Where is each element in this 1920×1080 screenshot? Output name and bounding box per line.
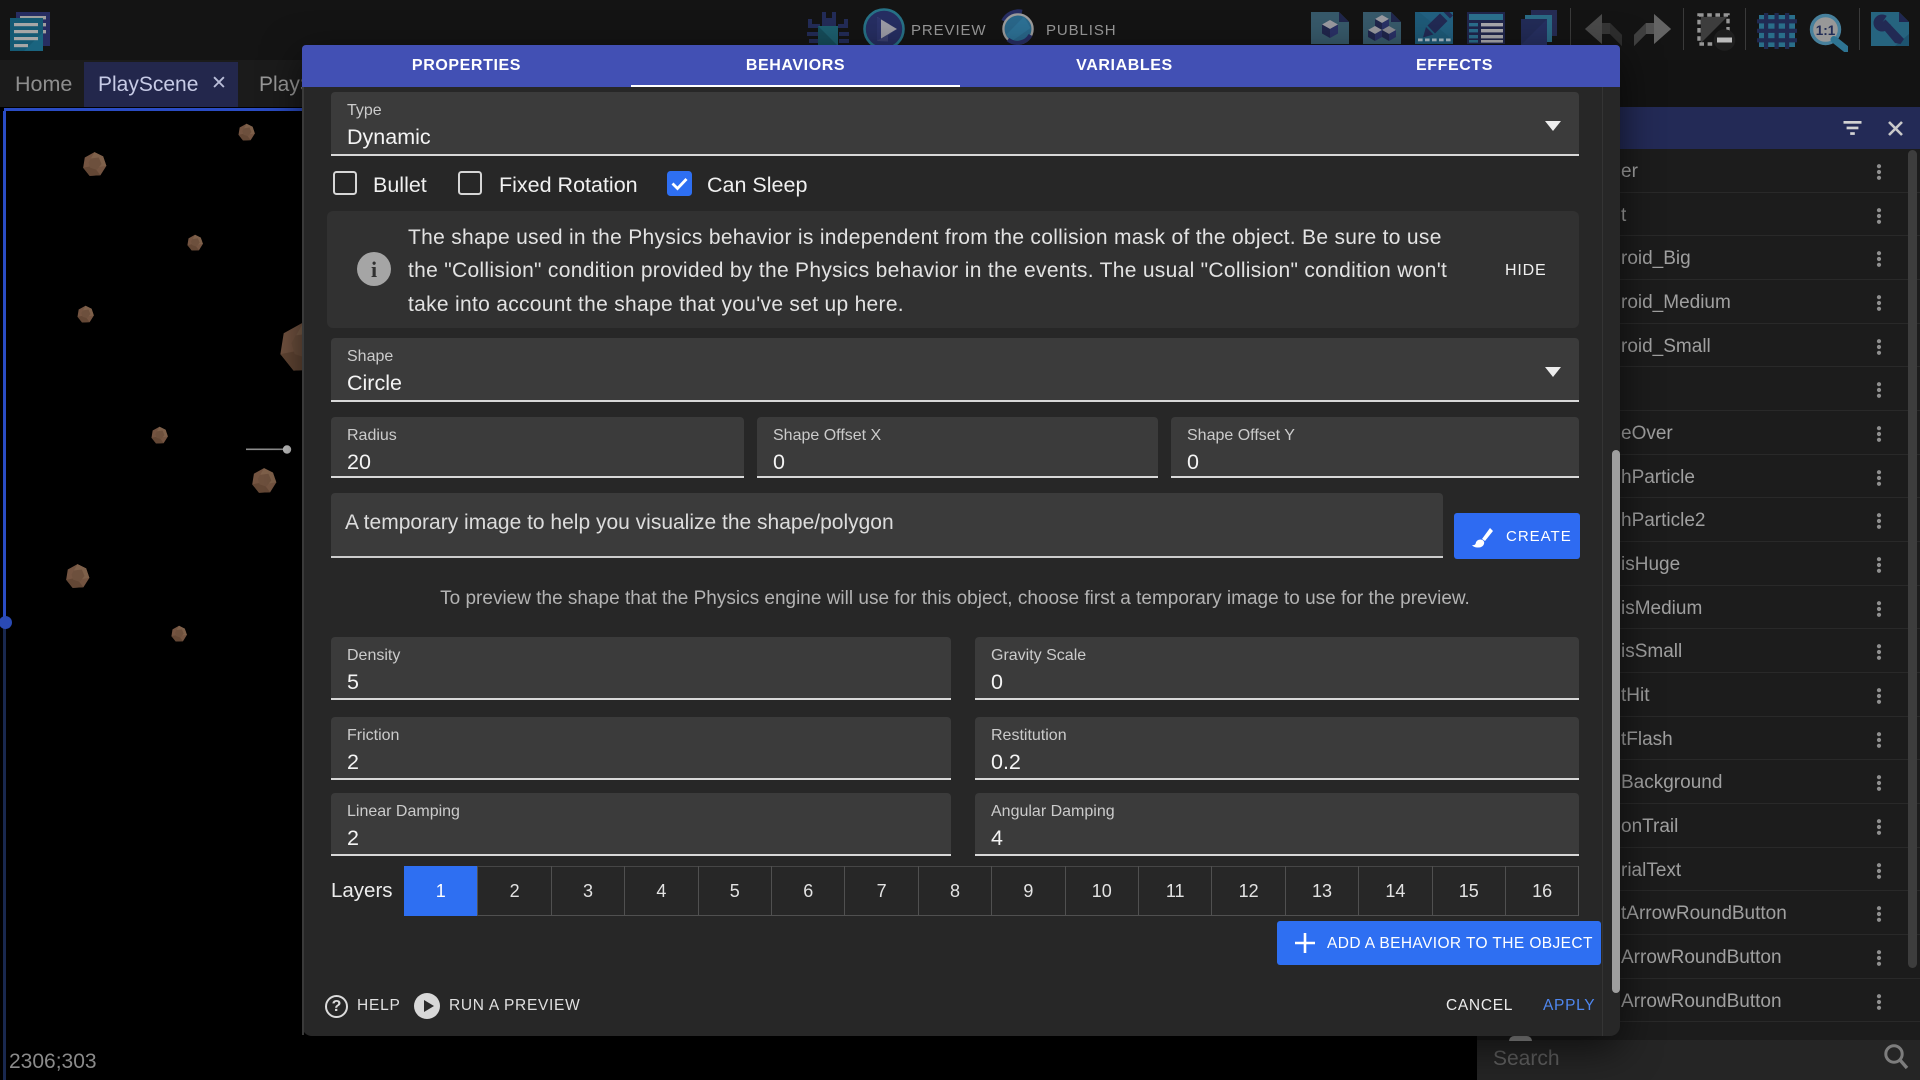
- svg-text:1:1: 1:1: [1816, 23, 1836, 38]
